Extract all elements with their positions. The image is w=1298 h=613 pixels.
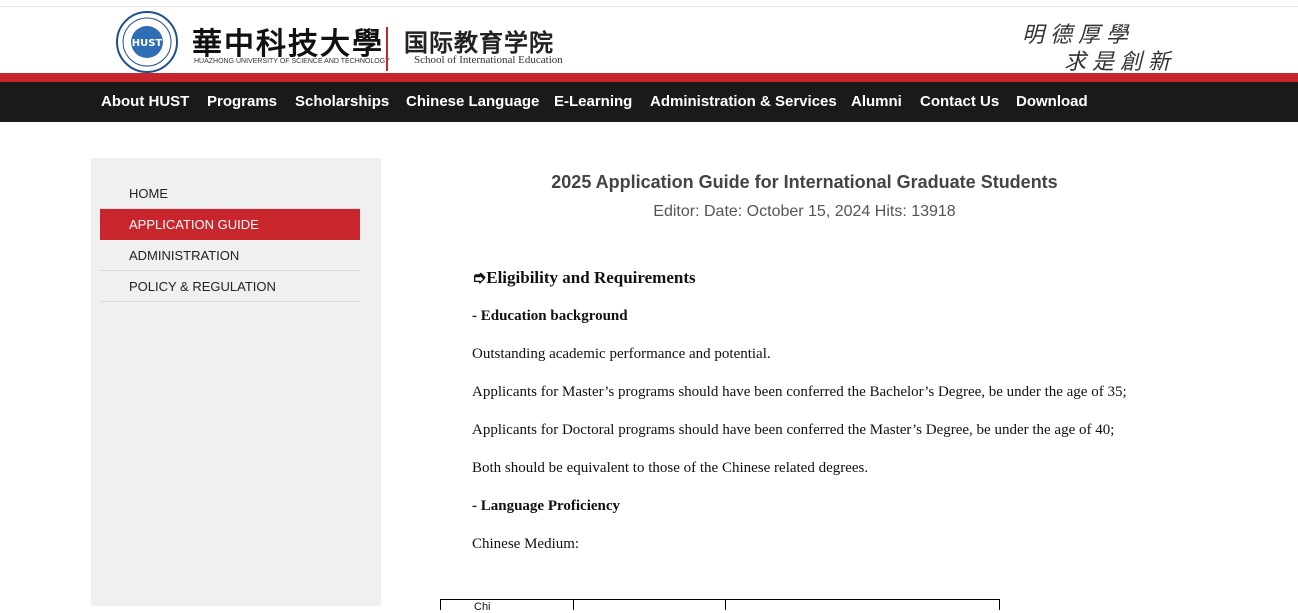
paragraph: Outstanding academic performance and pot…: [472, 346, 771, 362]
sidebar-item-application-guide[interactable]: APPLICATION GUIDE: [100, 209, 360, 240]
nav-item-scholarships[interactable]: Scholarships: [295, 82, 389, 122]
table-cell: Chi: [474, 601, 491, 613]
nav-item-chinese-language[interactable]: Chinese Language: [406, 82, 539, 122]
sidebar-item-policy-regulation[interactable]: POLICY & REGULATION: [100, 271, 360, 302]
header-red-bar: [0, 73, 1298, 82]
sidebar-item-administration[interactable]: ADMINISTRATION: [100, 240, 360, 271]
seal-text: HUST: [132, 38, 163, 49]
site-header: HUST 華中科技大學 HUAZHONG UNIVERSITY OF SCIEN…: [0, 7, 1298, 75]
main-nav: About HUST Programs Scholarships Chinese…: [0, 82, 1298, 122]
paragraph: Applicants for Master’s programs should …: [472, 384, 1127, 400]
university-name-en: HUAZHONG UNIVERSITY OF SCIENCE AND TECHN…: [194, 58, 390, 65]
nav-item-programs[interactable]: Programs: [207, 82, 277, 122]
nav-item-e-learning[interactable]: E-Learning: [554, 82, 632, 122]
paragraph: Applicants for Doctoral programs should …: [472, 422, 1115, 438]
subheading-education: - Education background: [472, 308, 628, 324]
header-divider: [386, 27, 388, 71]
school-name-cn: 国际教育学院: [404, 28, 554, 57]
nav-item-alumni[interactable]: Alumni: [851, 82, 902, 122]
motto-line-2: 求是創新: [1064, 50, 1177, 75]
university-name-cn: 華中科技大學: [192, 27, 384, 62]
nav-item-about-hust[interactable]: About HUST: [101, 82, 189, 122]
subheading-language: - Language Proficiency: [472, 498, 621, 514]
nav-item-download[interactable]: Download: [1016, 82, 1088, 122]
paragraph: Both should be equivalent to those of th…: [472, 460, 869, 476]
article-content: ➮Eligibility and Requirements - Educatio…: [440, 264, 1169, 568]
sidebar: HOME APPLICATION GUIDE ADMINISTRATION PO…: [91, 158, 381, 606]
nav-item-contact-us[interactable]: Contact Us: [920, 82, 999, 122]
paragraph: Chinese Medium:: [472, 536, 580, 552]
sidebar-item-home[interactable]: HOME: [100, 178, 360, 209]
nav-item-administration-services[interactable]: Administration & Services: [650, 82, 837, 122]
university-seal-logo[interactable]: HUST: [115, 10, 179, 74]
language-requirements-table: Chi: [440, 599, 1000, 613]
top-border: [0, 0, 1298, 7]
section-heading-eligibility: ➮Eligibility and Requirements: [472, 268, 696, 287]
article-meta: Editor: Date: October 15, 2024 Hits: 139…: [653, 203, 956, 220]
school-name-en: School of International Education: [414, 54, 563, 66]
article-title: 2025 Application Guide for International…: [551, 172, 1058, 192]
